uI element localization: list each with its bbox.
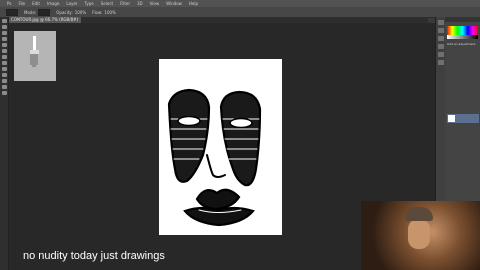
webcam-overlay [361,201,480,270]
stamp-tool-icon[interactable] [1,61,7,65]
person-face [408,219,430,249]
brush-preview-thumbnail [14,31,56,81]
marquee-tool-icon[interactable] [1,25,7,29]
eraser-tool-icon[interactable] [1,67,7,71]
mode-select[interactable] [38,8,51,16]
menu-file[interactable]: File [18,1,25,6]
menu-edit[interactable]: Edit [32,1,40,6]
properties-panel-icon[interactable] [438,28,444,33]
layer-row[interactable] [447,114,479,123]
flow-label: Flow: [92,9,103,15]
layer-thumbnail [448,115,455,122]
hand-tool-icon[interactable] [1,85,7,89]
flow-value[interactable]: 100% [104,10,115,15]
paragraph-panel-icon[interactable] [438,60,444,65]
crop-tool-icon[interactable] [1,37,7,41]
menu-3d[interactable]: 3D [137,1,143,6]
move-tool-icon[interactable] [1,19,7,23]
menu-select[interactable]: Select [101,1,113,6]
document-canvas[interactable] [159,59,282,235]
adjustments-label: Add an adjustment [447,42,476,46]
menu-type[interactable]: Type [85,1,94,6]
character-panel-icon[interactable] [438,52,444,57]
menu-layer[interactable]: Layer [66,1,77,6]
opacity-value[interactable]: 100% [75,10,86,15]
menu-view[interactable]: View [150,1,160,6]
type-tool-icon[interactable] [1,79,7,83]
clone-source-panel-icon[interactable] [438,44,444,49]
menu-window[interactable]: Window [166,1,182,6]
menu-help[interactable]: Help [189,1,198,6]
menu-ps[interactable]: Ps [7,1,11,6]
gradient-tool-icon[interactable] [1,73,7,77]
color-spectrum[interactable] [447,26,478,35]
opacity-label: Opacity: [56,9,73,15]
face-drawing [167,88,262,227]
menu-image[interactable]: Image [47,1,60,6]
eyedropper-tool-icon[interactable] [1,43,7,47]
healing-tool-icon[interactable] [1,49,7,53]
menu-bar: Ps File Edit Image Layer Type Select Fil… [0,0,480,7]
lasso-tool-icon[interactable] [1,31,7,35]
brush-tool-icon[interactable] [1,55,7,59]
menu-filter[interactable]: Filter [120,1,130,6]
history-panel-icon[interactable] [438,20,444,25]
zoom-tool-icon[interactable] [1,91,7,95]
color-panel-header [445,17,480,22]
brush-panel-icon[interactable] [438,36,444,41]
mode-label: Mode: [24,9,37,15]
tools-panel [0,17,9,270]
person-hat [405,207,433,221]
grayscale-ramp[interactable] [447,35,478,39]
video-caption: no nudity today just drawings [23,250,165,262]
brush-preset-picker[interactable] [6,8,18,16]
